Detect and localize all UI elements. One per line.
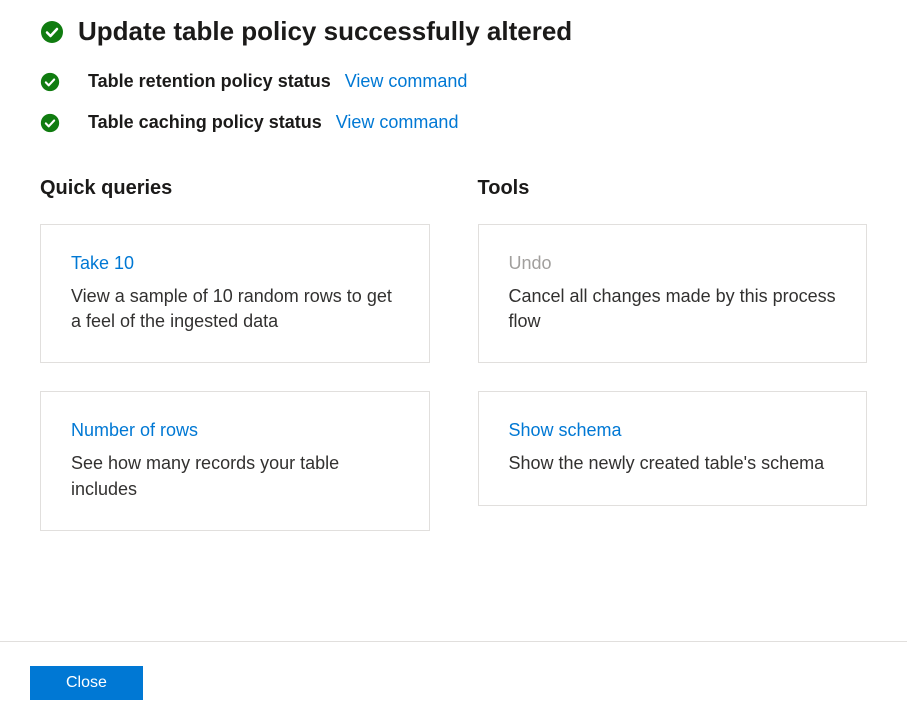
- card-undo: Undo Cancel all changes made by this pro…: [478, 224, 868, 363]
- card-desc: Cancel all changes made by this process …: [509, 284, 837, 334]
- status-row-caching: Table caching policy status View command: [40, 112, 867, 133]
- card-title-take-10[interactable]: Take 10: [71, 253, 399, 274]
- card-desc: View a sample of 10 random rows to get a…: [71, 284, 399, 334]
- card-desc: See how many records your table includes: [71, 451, 399, 501]
- card-title-number-of-rows[interactable]: Number of rows: [71, 420, 399, 441]
- card-number-of-rows[interactable]: Number of rows See how many records your…: [40, 391, 430, 530]
- status-label: Table caching policy status: [88, 112, 322, 133]
- page-title: Update table policy successfully altered: [78, 16, 572, 47]
- tools-section: Tools Undo Cancel all changes made by th…: [478, 177, 868, 559]
- status-row-retention: Table retention policy status View comma…: [40, 71, 867, 92]
- success-check-icon: [40, 20, 64, 44]
- card-title-show-schema[interactable]: Show schema: [509, 420, 837, 441]
- footer: Close: [0, 641, 907, 724]
- success-check-icon: [40, 72, 60, 92]
- card-title-undo: Undo: [509, 253, 837, 274]
- status-label: Table retention policy status: [88, 71, 331, 92]
- section-title-tools: Tools: [478, 177, 868, 200]
- quick-queries-section: Quick queries Take 10 View a sample of 1…: [40, 177, 430, 559]
- close-button[interactable]: Close: [30, 666, 143, 700]
- view-command-link-retention[interactable]: View command: [345, 71, 468, 92]
- view-command-link-caching[interactable]: View command: [336, 112, 459, 133]
- success-check-icon: [40, 113, 60, 133]
- card-take-10[interactable]: Take 10 View a sample of 10 random rows …: [40, 224, 430, 363]
- header: Update table policy successfully altered: [40, 16, 867, 47]
- section-title-quick-queries: Quick queries: [40, 177, 430, 200]
- card-desc: Show the newly created table's schema: [509, 451, 837, 476]
- card-show-schema[interactable]: Show schema Show the newly created table…: [478, 391, 868, 505]
